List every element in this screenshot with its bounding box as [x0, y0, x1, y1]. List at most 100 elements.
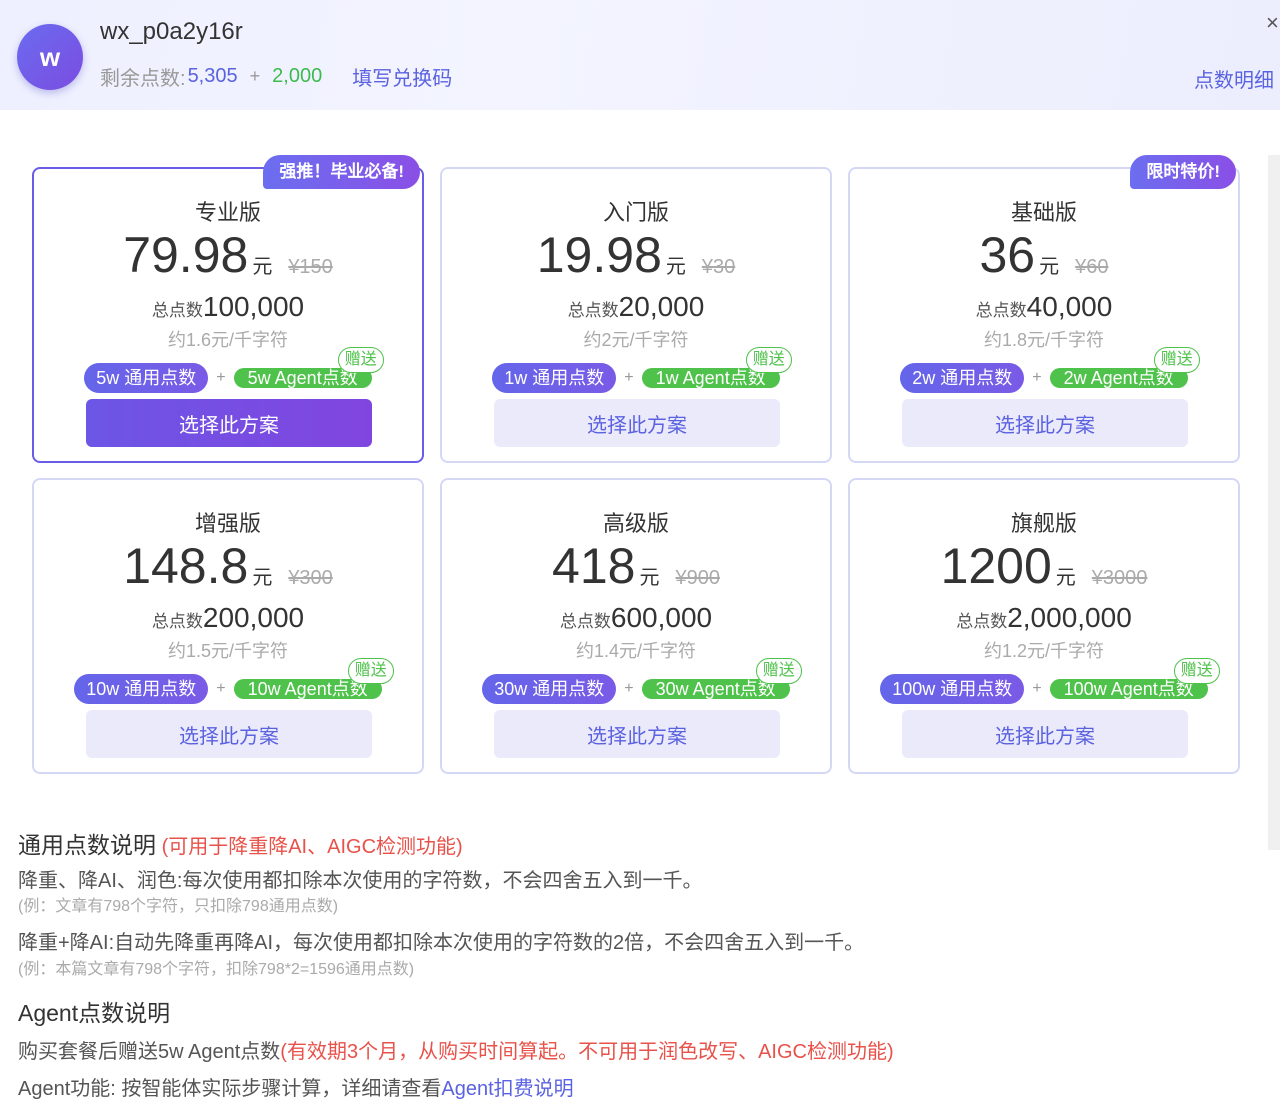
general-points-pill: 30w 通用点数 [482, 674, 617, 704]
price-row: 1200 元 ¥3000 [850, 540, 1238, 592]
plan-name: 旗舰版 [1010, 511, 1077, 536]
total-points-value: 200,000 [202, 602, 305, 633]
gift-badge: 赠送 [745, 347, 792, 373]
plan-card[interactable]: 高级版 418 元 ¥900 总点数600,000 约1.4元/千字符 30w 通用点数 +3… [440, 478, 832, 774]
total-points-value: 40,000 [1026, 291, 1113, 322]
select-plan-button[interactable]: 选择此方案 [86, 710, 372, 758]
pill-plus: + [216, 680, 226, 697]
gift-badge: 赠送 [347, 658, 394, 684]
total-points-value: 100,000 [202, 291, 305, 322]
original-price: ¥3000 [1091, 567, 1148, 589]
agent-billing-link[interactable]: Agent扣费说明 [441, 1078, 573, 1100]
total-points-row: 总点数2,000,000 [850, 602, 1238, 634]
original-price: ¥60 [1075, 256, 1109, 278]
price-row: 148.8 元 ¥300 [34, 540, 422, 592]
plan-name: 高级版 [602, 511, 669, 536]
agent-rule-1-text: 购买套餐后赠送5w Agent点数 [18, 1041, 281, 1063]
scrollbar[interactable] [1268, 155, 1280, 850]
total-points-label: 总点数 [567, 301, 619, 320]
price-unit: 元 [252, 567, 273, 589]
points-row: 剩余点数: 5,305 + 2,000 填写兑换码 [100, 62, 452, 91]
total-points-label: 总点数 [956, 612, 1008, 631]
total-points-row: 总点数20,000 [442, 291, 830, 323]
points-bonus-value: 2,000 [272, 65, 323, 87]
plan-price: 79.98 [123, 227, 249, 283]
gift-badge: 赠送 [755, 658, 802, 684]
redeem-code-link[interactable]: 填写兑换码 [352, 62, 452, 91]
total-points-row: 总点数40,000 [850, 291, 1238, 323]
total-points-label: 总点数 [151, 612, 203, 631]
close-icon[interactable]: × [1266, 10, 1280, 36]
price-unit: 元 [1055, 567, 1076, 589]
plan-tag-badge: 强推！毕业必备! [263, 155, 420, 189]
points-pills: 1w 通用点数 +1w Agent点数 赠送 [442, 347, 830, 393]
username: wx_p0a2y16r [100, 18, 243, 45]
general-rule-1-example: (例：文章有798个字符，只扣除798通用点数) [18, 898, 339, 915]
plan-price: 36 [979, 227, 1036, 283]
pill-plus: + [624, 680, 634, 697]
total-points-label: 总点数 [559, 612, 611, 631]
general-points-pill: 10w 通用点数 [74, 674, 209, 704]
plan-price: 1200 [940, 538, 1052, 594]
select-plan-button[interactable]: 选择此方案 [494, 710, 780, 758]
agent-points-pill-wrap: 10w Agent点数 赠送 [233, 658, 394, 704]
pill-plus: + [624, 369, 634, 386]
original-price: ¥300 [288, 567, 333, 589]
agent-rule-2-text: Agent功能: 按智能体实际步骤计算，详细请查看 [18, 1078, 442, 1100]
user-header: w wx_p0a2y16r 剩余点数: 5,305 + 2,000 填写兑换码 … [0, 0, 1280, 110]
price-row: 36 元 ¥60 [850, 229, 1238, 281]
plan-card[interactable]: 强推！毕业必备! 专业版 79.98 元 ¥150 总点数100,000 约1.6元/千字符… [32, 155, 424, 463]
agent-points-title: Agent点数说明 [18, 1000, 171, 1026]
agent-rule-1-note: (有效期3个月，从购买时间算起。不可用于润色改写、AIGC检测功能) [280, 1041, 894, 1063]
price-row: 418 元 ¥900 [442, 540, 830, 592]
plan-name: 增强版 [194, 511, 261, 536]
total-points-row: 总点数200,000 [34, 602, 422, 634]
price-unit: 元 [1039, 256, 1060, 278]
plan-card[interactable]: 增强版 148.8 元 ¥300 总点数200,000 约1.5元/千字符 10w 通用点数… [32, 478, 424, 774]
avatar: w [17, 24, 83, 90]
select-plan-button[interactable]: 选择此方案 [86, 399, 372, 447]
points-plus: + [249, 66, 261, 86]
select-plan-button[interactable]: 选择此方案 [494, 399, 780, 447]
plan-price: 418 [552, 538, 636, 594]
total-points-label: 总点数 [975, 301, 1027, 320]
gift-badge: 赠送 [1173, 658, 1220, 684]
price-unit: 元 [252, 256, 273, 278]
select-plan-button[interactable]: 选择此方案 [902, 710, 1188, 758]
general-rule-1: 降重、降AI、润色:每次使用都扣除本次使用的字符数，不会四舍五入到一千。 [18, 870, 703, 892]
pill-plus: + [1032, 680, 1042, 697]
points-pills: 2w 通用点数 +2w Agent点数 赠送 [850, 347, 1238, 393]
points-label: 剩余点数: [100, 68, 186, 90]
points-detail-link[interactable]: 点数明细 [1194, 64, 1274, 93]
agent-rule-1: 购买套餐后赠送5w Agent点数(有效期3个月，从购买时间算起。不可用于润色改… [18, 1035, 894, 1064]
total-points-value: 20,000 [618, 291, 705, 322]
price-row: 79.98 元 ¥150 [34, 229, 422, 281]
points-pills: 10w 通用点数 +10w Agent点数 赠送 [34, 658, 422, 704]
gift-badge: 赠送 [1153, 347, 1200, 373]
agent-points-pill-wrap: 30w Agent点数 赠送 [641, 658, 802, 704]
agent-points-pill-wrap: 100w Agent点数 赠送 [1049, 658, 1220, 704]
price-unit: 元 [665, 256, 686, 278]
general-points-note: (可用于降重降AI、AIGC检测功能) [161, 836, 463, 858]
total-points-value: 600,000 [610, 602, 713, 633]
points-pills: 5w 通用点数 +5w Agent点数 赠送 [34, 347, 422, 393]
agent-points-pill-wrap: 2w Agent点数 赠送 [1049, 347, 1200, 393]
plan-name: 入门版 [602, 200, 669, 225]
points-main-value: 5,305 [187, 65, 238, 87]
plan-card[interactable]: 限时特价! 基础版 36 元 ¥60 总点数40,000 约1.8元/千字符 2w 通用点数 +… [848, 155, 1240, 463]
total-points-value: 2,000,000 [1007, 602, 1132, 633]
pill-plus: + [1032, 369, 1042, 386]
general-points-title: 通用点数说明 [18, 832, 156, 858]
general-points-pill: 2w 通用点数 [900, 363, 1025, 393]
general-points-pill: 1w 通用点数 [492, 363, 617, 393]
select-plan-button[interactable]: 选择此方案 [902, 399, 1188, 447]
total-points-row: 总点数100,000 [34, 291, 422, 323]
general-points-pill: 5w 通用点数 [84, 363, 209, 393]
price-row: 19.98 元 ¥30 [442, 229, 830, 281]
general-points-pill: 100w 通用点数 [880, 674, 1025, 704]
agent-rule-2: Agent功能: 按智能体实际步骤计算，详细请查看Agent扣费说明 [18, 1072, 574, 1101]
general-points-heading: 通用点数说明 (可用于降重降AI、AIGC检测功能) [18, 826, 463, 860]
plan-card[interactable]: 旗舰版 1200 元 ¥3000 总点数2,000,000 约1.2元/千字符 100w 通… [848, 478, 1240, 774]
agent-points-pill-wrap: 5w Agent点数 赠送 [233, 347, 384, 393]
plan-card[interactable]: 入门版 19.98 元 ¥30 总点数20,000 约2元/千字符 1w 通用点数 +1w A… [440, 167, 832, 463]
